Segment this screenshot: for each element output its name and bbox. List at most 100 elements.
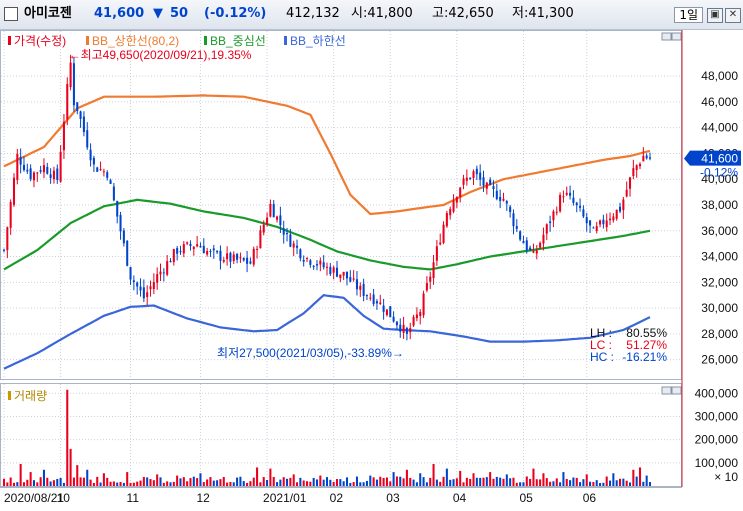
legend-label: BB_하한선 bbox=[290, 34, 346, 48]
volume-bar bbox=[429, 477, 432, 486]
candle-body bbox=[169, 260, 172, 263]
volume-bar bbox=[325, 477, 329, 486]
candle-body bbox=[92, 157, 95, 165]
volume-bar bbox=[219, 479, 222, 486]
candle-body bbox=[192, 246, 195, 250]
volume-bar bbox=[469, 478, 472, 486]
volume-bar bbox=[222, 476, 225, 486]
panel-collapse-icon[interactable] bbox=[661, 32, 672, 41]
candle-body bbox=[62, 121, 65, 151]
volume-bar bbox=[319, 475, 322, 486]
volume-bar bbox=[339, 479, 342, 486]
legend-swatch bbox=[284, 36, 287, 45]
volume-bar bbox=[459, 470, 462, 486]
candle-body bbox=[86, 130, 89, 148]
volume-bar bbox=[619, 478, 622, 486]
volume-bar bbox=[582, 479, 585, 486]
volume-bar bbox=[345, 477, 349, 486]
candle-body bbox=[239, 257, 242, 259]
volume-bar bbox=[252, 477, 255, 486]
candle-body bbox=[106, 172, 109, 178]
volume-bar bbox=[209, 477, 212, 486]
volume-bar bbox=[532, 468, 535, 486]
volume-bar bbox=[32, 480, 35, 486]
legend-swatch bbox=[86, 36, 89, 45]
volume-bar bbox=[592, 482, 595, 486]
candle-body bbox=[439, 242, 442, 245]
candle-body bbox=[26, 169, 29, 172]
volume-bar bbox=[276, 482, 279, 486]
candle-body bbox=[16, 154, 19, 180]
volume-bar bbox=[329, 479, 332, 486]
time-tick-label: 05 bbox=[519, 491, 533, 505]
candle-body bbox=[319, 260, 322, 265]
candle-body bbox=[299, 249, 302, 259]
time-tick-label: 10 bbox=[57, 491, 71, 505]
candle-body bbox=[6, 227, 9, 251]
volume-bar bbox=[212, 480, 215, 486]
volume-bar bbox=[452, 479, 455, 486]
volume-bar bbox=[166, 481, 169, 486]
volume-bar bbox=[256, 467, 259, 486]
candle-body bbox=[315, 264, 319, 266]
volume-bar bbox=[9, 477, 12, 486]
candle-body bbox=[49, 174, 52, 179]
volume-bar bbox=[179, 478, 182, 486]
candle-body bbox=[149, 286, 152, 290]
candle-body bbox=[76, 102, 79, 112]
volume-bar bbox=[236, 477, 239, 486]
volume-bar bbox=[559, 482, 562, 486]
volume-bar bbox=[635, 476, 638, 486]
candle-body bbox=[592, 227, 595, 229]
volume-bar bbox=[375, 479, 378, 486]
current-change-label: -0.12% bbox=[700, 166, 738, 180]
volume-collapse-icon[interactable] bbox=[661, 386, 672, 395]
candle-body bbox=[42, 165, 45, 173]
candle-body bbox=[375, 301, 378, 304]
candle-body bbox=[269, 203, 272, 217]
candle-body bbox=[449, 209, 452, 216]
volume-bar bbox=[226, 482, 229, 486]
volume-bar bbox=[289, 477, 292, 486]
volume-bar bbox=[335, 479, 339, 486]
volume-bar bbox=[389, 481, 392, 486]
volume-bar bbox=[455, 478, 458, 486]
candle-body bbox=[126, 240, 129, 266]
candle-body bbox=[249, 261, 252, 264]
max-annotation: ←최고49,650(2020/09/21),19.35% bbox=[69, 48, 252, 62]
candle-body bbox=[519, 231, 522, 240]
volume-bar bbox=[595, 480, 598, 486]
candle-body bbox=[355, 279, 358, 290]
volume-bar bbox=[645, 475, 648, 486]
volume-bar bbox=[379, 476, 382, 486]
candle-body bbox=[589, 220, 592, 226]
volume-tick-label: 300,000 bbox=[695, 409, 739, 423]
candle-body bbox=[212, 248, 215, 251]
volume-bar bbox=[449, 479, 452, 486]
candle-body bbox=[82, 116, 85, 133]
candle-body bbox=[545, 224, 548, 234]
volume-bar bbox=[465, 477, 468, 486]
price-tick-label: 34,000 bbox=[701, 250, 738, 264]
volume-bar bbox=[322, 479, 325, 486]
volume-bar bbox=[412, 479, 415, 486]
volume-bar bbox=[172, 481, 175, 486]
candle-body bbox=[102, 171, 105, 173]
volume-bar bbox=[156, 474, 159, 486]
legend-label: BB_중심선 bbox=[210, 34, 266, 48]
volume-bar bbox=[269, 468, 272, 486]
volume-bar bbox=[512, 477, 515, 486]
candle-body bbox=[292, 243, 295, 248]
candle-body bbox=[252, 248, 255, 265]
volume-bar bbox=[309, 481, 312, 486]
panel-close-icon[interactable] bbox=[671, 32, 682, 41]
candle-body bbox=[432, 262, 435, 279]
candle-body bbox=[286, 233, 289, 235]
candle-body bbox=[339, 274, 342, 279]
volume-bar bbox=[529, 478, 532, 486]
candle-body bbox=[465, 177, 468, 181]
candle-body bbox=[345, 271, 349, 279]
candle-body bbox=[129, 267, 132, 280]
candle-body bbox=[412, 316, 415, 326]
candle-body bbox=[302, 259, 305, 262]
